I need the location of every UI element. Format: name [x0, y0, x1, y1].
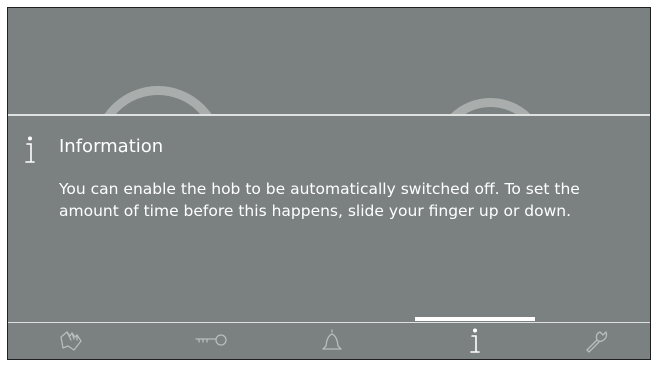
information-button[interactable]	[445, 324, 505, 358]
wipe-protection-button[interactable]	[41, 324, 101, 358]
information-title: Information	[59, 136, 164, 157]
timer-button[interactable]	[302, 324, 362, 358]
child-lock-button[interactable]	[182, 324, 242, 358]
wipe-protection-hand-icon	[57, 328, 85, 354]
info-icon	[22, 135, 38, 165]
settings-button[interactable]	[566, 324, 626, 358]
information-panel: Information You can enable the hob to be…	[8, 114, 650, 322]
bell-timer-icon	[320, 328, 344, 354]
hob-control-screen: Information You can enable the hob to be…	[7, 7, 651, 360]
active-tab-indicator	[415, 317, 535, 321]
info-icon	[467, 327, 483, 355]
bottom-navigation	[8, 322, 650, 359]
information-text: You can enable the hob to be automatical…	[59, 180, 580, 220]
wrench-settings-icon	[583, 328, 609, 354]
key-lock-icon	[194, 333, 230, 349]
